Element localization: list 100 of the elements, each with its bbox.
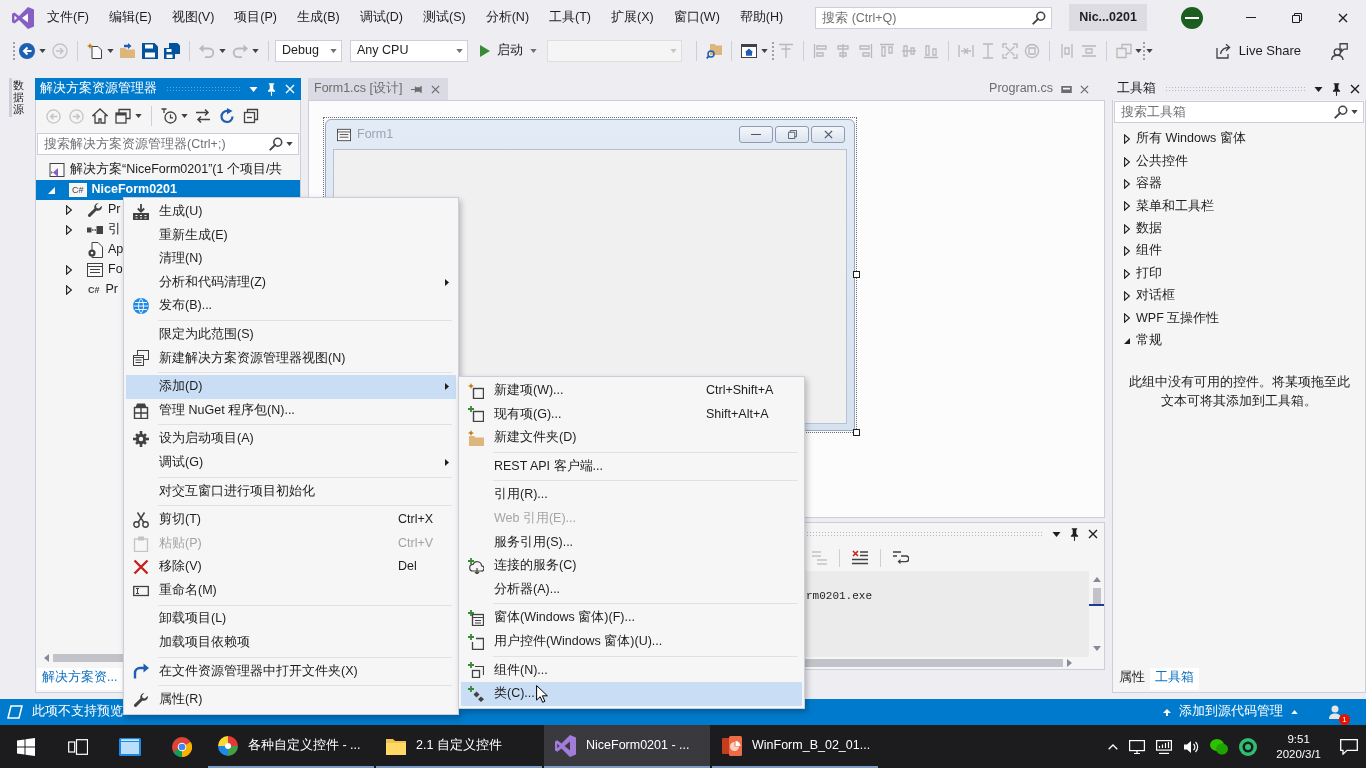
save-all-icon[interactable] — [164, 43, 180, 59]
toolbox-group[interactable]: 数据 — [1113, 217, 1162, 240]
message-icon[interactable] — [1340, 738, 1358, 755]
menu-item[interactable]: 分析(N) — [475, 5, 540, 30]
document-tab[interactable]: Program.cs — [983, 78, 1097, 100]
collapsed-arrow-icon[interactable] — [1124, 178, 1130, 189]
scroll-left-icon[interactable] — [44, 653, 49, 662]
tree-item[interactable]: C# NiceForm0201 — [36, 180, 300, 200]
block-icon[interactable] — [1061, 85, 1072, 93]
ring-app-icon[interactable] — [1239, 737, 1258, 756]
menu-item[interactable]: 测试(S) — [413, 5, 476, 30]
menu-item[interactable]: 新建文件夹(D) — [461, 426, 802, 450]
swap-arrows-icon[interactable] — [195, 108, 211, 124]
collapsed-arrow-icon[interactable] — [1124, 290, 1130, 301]
caret-down-icon[interactable] — [135, 114, 142, 118]
pin-icon[interactable] — [1332, 82, 1341, 96]
network-icon[interactable] — [1156, 739, 1173, 754]
side-tab[interactable]: 数据源 — [9, 78, 24, 118]
collapsed-arrow-icon[interactable] — [66, 225, 72, 235]
refresh-icon[interactable] — [219, 108, 235, 124]
source-control-button[interactable]: 添加到源代码管理 — [1159, 704, 1302, 720]
new-project-icon[interactable] — [87, 43, 103, 59]
toolbox-group[interactable]: 打印 — [1113, 262, 1162, 285]
menu-item[interactable]: 引用(R)... — [461, 483, 802, 507]
window-house-icon[interactable] — [741, 43, 757, 59]
live-share-button[interactable]: Live Share — [1211, 42, 1305, 60]
menu-item[interactable]: 重新生成(E) — [126, 223, 456, 248]
menu-item[interactable]: 对交互窗口进行项目初始化 — [126, 479, 456, 504]
menu-item[interactable]: 文件(F) — [37, 5, 99, 30]
collapsed-arrow-icon[interactable] — [1124, 268, 1130, 279]
toolbox-group[interactable]: 常规 — [1113, 329, 1162, 352]
configuration-dropdown[interactable]: Debug — [275, 40, 342, 62]
menu-item[interactable]: 添加(D) — [126, 375, 456, 399]
tree-item[interactable]: 解决方案“NiceForm0201”(1 个项目/共 — [36, 160, 287, 180]
panel-tab[interactable]: 工具箱 — [1150, 668, 1199, 690]
toolbar-grip[interactable] — [771, 41, 775, 61]
taskbar-app-button[interactable]: 各种自定义控件 - ... — [208, 725, 374, 768]
stacked-windows-icon[interactable] — [115, 108, 131, 124]
person-feedback-icon[interactable] — [1331, 42, 1348, 60]
collapsed-arrow-icon[interactable] — [66, 285, 72, 295]
toolbar-grip[interactable] — [1142, 41, 1146, 61]
menu-item[interactable]: 限定为此范围(S) — [126, 322, 456, 347]
menu-item[interactable]: 工具(T) — [539, 5, 601, 30]
tree-item[interactable]: 引 — [36, 220, 125, 240]
menu-item[interactable]: 新建解决方案资源管理器视图(N) — [126, 346, 456, 371]
clock-icon[interactable] — [161, 108, 177, 124]
wrap-arrow-icon[interactable] — [893, 550, 909, 566]
menu-item[interactable]: 调试(G) — [126, 450, 456, 475]
tree-item[interactable]: Ap — [36, 240, 128, 260]
platform-dropdown[interactable]: Any CPU — [350, 40, 468, 62]
chat-bubbles-icon[interactable] — [1210, 738, 1229, 755]
dropdown-icon[interactable] — [1314, 86, 1323, 92]
collapsed-arrow-icon[interactable] — [66, 205, 72, 215]
collapsed-arrow-icon[interactable] — [66, 265, 72, 275]
scrollbar-thumb[interactable] — [1092, 588, 1101, 604]
open-folder-icon[interactable] — [120, 43, 136, 59]
search-field[interactable]: 搜索工具箱 — [1114, 101, 1364, 123]
menu-item[interactable]: 剪切(T) Ctrl+X — [126, 508, 456, 532]
menu-item[interactable]: 生成(B) — [287, 5, 350, 30]
form-close-button[interactable] — [811, 126, 845, 143]
caret-down-icon[interactable] — [107, 49, 114, 53]
caret-down-icon[interactable] — [39, 49, 46, 53]
taskbar-app-button[interactable]: WinForm_B_02_01... — [712, 725, 878, 768]
chevron-up-icon[interactable] — [1108, 743, 1119, 750]
menu-item[interactable]: 管理 NuGet 程序包(N)... — [126, 398, 456, 423]
back-icon[interactable] — [19, 43, 35, 59]
menu-item[interactable]: 分析和代码清理(Z) — [126, 270, 456, 295]
dropdown-field[interactable] — [547, 40, 682, 62]
toolbox-group[interactable]: 容器 — [1113, 172, 1162, 196]
collapsed-arrow-icon[interactable] — [1124, 156, 1130, 167]
toolbox-group[interactable]: 对话框 — [1113, 284, 1175, 308]
expanded-arrow-icon[interactable] — [1124, 337, 1130, 344]
save-icon[interactable] — [142, 43, 158, 59]
avatar-icon[interactable] — [1180, 6, 1203, 29]
clear-lines-icon[interactable] — [852, 550, 868, 566]
tree-item[interactable]: Fo — [36, 260, 127, 280]
home-icon[interactable] — [92, 108, 108, 124]
scrollbar-thumb[interactable] — [805, 659, 1063, 667]
tree-item[interactable]: Pr — [36, 200, 125, 220]
menu-item[interactable]: 窗口(W) — [663, 5, 730, 30]
search-field[interactable]: 搜索解决方案资源管理器(Ctrl+;) — [37, 133, 299, 155]
start-button[interactable]: 启动 — [476, 43, 541, 59]
menu-item[interactable]: 项目(P) — [224, 5, 287, 30]
caret-down-icon[interactable] — [219, 49, 226, 53]
taskbar-app-button[interactable]: NiceForm0201 - ... — [544, 725, 710, 768]
menu-item[interactable]: 调试(D) — [349, 5, 413, 30]
menu-item[interactable]: 分析器(A)... — [461, 577, 802, 602]
collapse-icon[interactable] — [243, 108, 259, 124]
pin-icon[interactable] — [1070, 527, 1079, 541]
scroll-up-icon[interactable] — [1092, 577, 1101, 582]
toolbox-group[interactable]: 菜单和工具栏 — [1113, 195, 1214, 218]
menu-item[interactable]: 在文件资源管理器中打开文件夹(X) — [126, 659, 456, 684]
caret-down-icon[interactable] — [181, 114, 188, 118]
speaker-icon[interactable] — [1183, 739, 1200, 754]
menu-item[interactable]: 清理(N) — [126, 247, 456, 271]
close-icon[interactable] — [1350, 84, 1360, 94]
menu-item[interactable]: 现有项(G)... Shift+Alt+A — [461, 402, 802, 427]
scroll-right-icon[interactable] — [1067, 659, 1072, 667]
form-minimize-button[interactable] — [739, 126, 773, 143]
collapsed-arrow-icon[interactable] — [1124, 246, 1130, 257]
